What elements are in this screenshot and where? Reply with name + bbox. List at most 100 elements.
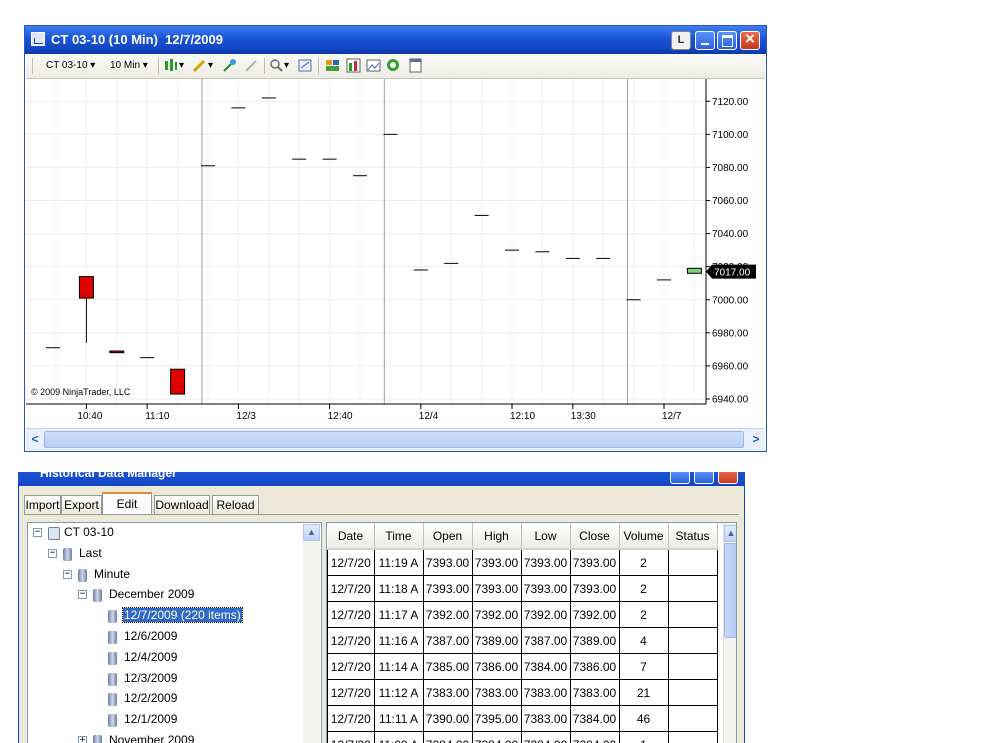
table-cell[interactable]: 7384.00	[422, 731, 473, 743]
table-cell[interactable]: 7389.00	[471, 627, 522, 654]
tree-node[interactable]: 12/1/2009	[28, 711, 318, 731]
table-cell[interactable]: 12/7/20	[327, 679, 375, 706]
table-cell[interactable]: 4	[618, 627, 669, 654]
tree-vertical-scrollbar[interactable]: ▲	[303, 524, 320, 743]
table-cell[interactable]: 46	[618, 705, 669, 732]
table-cell[interactable]: 11:18 A	[373, 575, 424, 602]
table-cell[interactable]: 7395.00	[471, 705, 522, 732]
indicator-icon[interactable]	[222, 58, 237, 73]
table-cell[interactable]	[667, 627, 718, 654]
tree-node[interactable]: − Minute	[28, 566, 318, 586]
table-cell[interactable]: 7386.00	[471, 653, 522, 680]
column-header-open[interactable]: Open	[423, 523, 473, 550]
tree-node[interactable]: + November 2009	[28, 732, 318, 743]
tab-import[interactable]: Import	[24, 495, 61, 514]
table-cell[interactable]: 12/7/20	[327, 705, 375, 732]
table-cell[interactable]: 7392.00	[520, 601, 571, 628]
table-cell[interactable]: 12/7/20	[327, 601, 375, 628]
table-row[interactable]: 12/7/20 11:16 A 7387.00 7389.00 7387.00 7389.…	[327, 627, 718, 654]
column-header-time[interactable]: Time	[374, 523, 424, 550]
data-box-icon[interactable]	[325, 58, 340, 73]
tree-node[interactable]: 12/7/2009 (220 items)	[28, 607, 318, 627]
table-cell[interactable]: 12/7/20	[327, 548, 375, 576]
tree-node[interactable]: − Last	[28, 545, 318, 565]
strategy-icon[interactable]	[244, 58, 259, 73]
column-header-date[interactable]: Date	[327, 523, 375, 550]
table-cell[interactable]: 2	[618, 548, 669, 576]
table-row[interactable]: 12/7/20 11:11 A 7390.00 7395.00 7383.00 7384.…	[327, 705, 718, 732]
table-cell[interactable]: 7385.00	[422, 653, 473, 680]
properties-icon[interactable]	[298, 58, 313, 73]
tree-node[interactable]: 12/3/2009	[28, 670, 318, 690]
table-cell[interactable]	[667, 575, 718, 602]
table-cell[interactable]: 7393.00	[520, 548, 571, 576]
table-cell[interactable]: 7390.00	[422, 705, 473, 732]
table-cell[interactable]: 7393.00	[569, 575, 620, 602]
table-row[interactable]: 12/7/20 11:18 A 7393.00 7393.00 7393.00 7393.…	[327, 575, 718, 602]
scroll-thumb[interactable]	[44, 431, 744, 448]
table-cell[interactable]: 11:19 A	[373, 548, 424, 576]
table-cell[interactable]: 21	[618, 679, 669, 706]
close-button[interactable]	[740, 30, 760, 50]
table-cell[interactable]: 11:11 A	[373, 705, 424, 732]
price-chart[interactable]: 7120.007100.007080.007060.007040.007020.…	[26, 79, 756, 422]
table-cell[interactable]: 7392.00	[471, 601, 522, 628]
table-cell[interactable]: 12/7/20	[327, 731, 375, 743]
tree-node[interactable]: 12/2/2009	[28, 690, 318, 710]
table-cell[interactable]	[667, 601, 718, 628]
table-cell[interactable]: 7393.00	[422, 548, 473, 576]
table-cell[interactable]: 7393.00	[520, 575, 571, 602]
chart-title-bar[interactable]: CT 03-10 (10 Min) 12/7/2009 L	[25, 26, 766, 54]
table-row[interactable]: 12/7/20 11:12 A 7383.00 7383.00 7383.00 7383.…	[327, 679, 718, 706]
table-cell[interactable]: 7387.00	[520, 627, 571, 654]
hdm-minimize-button[interactable]	[670, 472, 690, 484]
collapse-icon[interactable]: −	[78, 590, 87, 600]
table-cell[interactable]: 7383.00	[471, 679, 522, 706]
table-cell[interactable]: 7387.00	[422, 627, 473, 654]
table-cell[interactable]: 7386.00	[569, 653, 620, 680]
tab-export[interactable]: Export	[61, 495, 102, 514]
tab-reload[interactable]: Reload	[212, 495, 259, 514]
table-cell[interactable]	[667, 548, 718, 576]
table-cell[interactable]	[667, 705, 718, 732]
table-cell[interactable]	[667, 679, 718, 706]
tree-scroll-up-icon[interactable]: ▲	[303, 524, 320, 541]
table-cell[interactable]: 7393.00	[422, 575, 473, 602]
hdm-title-bar[interactable]: Historical Data Manager	[18, 472, 745, 486]
table-cell[interactable]: 7393.00	[471, 548, 522, 576]
scroll-left-arrow-icon[interactable]: <	[28, 432, 42, 447]
hdm-maximize-button[interactable]	[694, 472, 714, 484]
table-cell[interactable]: 11:17 A	[373, 601, 424, 628]
table-cell[interactable]: 11:16 A	[373, 627, 424, 654]
grid-scroll-up-icon[interactable]: ▲	[724, 525, 736, 542]
table-cell[interactable]: 12/7/20	[327, 627, 375, 654]
table-cell[interactable]: 7383.00	[520, 705, 571, 732]
table-row[interactable]: 12/7/20 11:17 A 7392.00 7392.00 7392.00 7392.…	[327, 601, 718, 628]
table-cell[interactable]: 7393.00	[569, 548, 620, 576]
tree-node[interactable]: 12/6/2009	[28, 628, 318, 648]
column-header-volume[interactable]: Volume	[619, 523, 669, 550]
collapse-icon[interactable]: −	[33, 528, 42, 537]
table-cell[interactable]: 7384.00	[569, 731, 620, 743]
table-cell[interactable]	[667, 731, 718, 743]
table-cell[interactable]	[667, 653, 718, 680]
grid-vertical-scrollbar[interactable]: ▲	[723, 523, 736, 743]
table-cell[interactable]: 12/7/20	[327, 575, 375, 602]
table-cell[interactable]: 2	[618, 575, 669, 602]
table-cell[interactable]: 11:12 A	[373, 679, 424, 706]
maximize-button[interactable]	[717, 31, 737, 50]
chart-horizontal-scrollbar[interactable]: < >	[26, 428, 765, 451]
table-cell[interactable]: 7383.00	[422, 679, 473, 706]
refresh-icon[interactable]	[386, 58, 401, 73]
expand-icon[interactable]: +	[78, 736, 87, 743]
table-cell[interactable]: 7	[618, 653, 669, 680]
chart-style-icon[interactable]	[163, 58, 178, 73]
drawing-tool-dropdown[interactable]: ▾	[208, 60, 213, 71]
table-row[interactable]: 12/7/20 11:19 A 7393.00 7393.00 7393.00 7393.…	[327, 548, 718, 576]
tree-node[interactable]: 12/4/2009	[28, 649, 318, 669]
collapse-icon[interactable]: −	[48, 548, 57, 558]
picture-icon[interactable]	[366, 58, 381, 73]
window-layout-icon[interactable]	[408, 58, 423, 73]
bar-data-grid[interactable]: Date Time Open High Low Close Volume Status 12/…	[326, 522, 737, 743]
link-button[interactable]: L	[671, 31, 691, 50]
